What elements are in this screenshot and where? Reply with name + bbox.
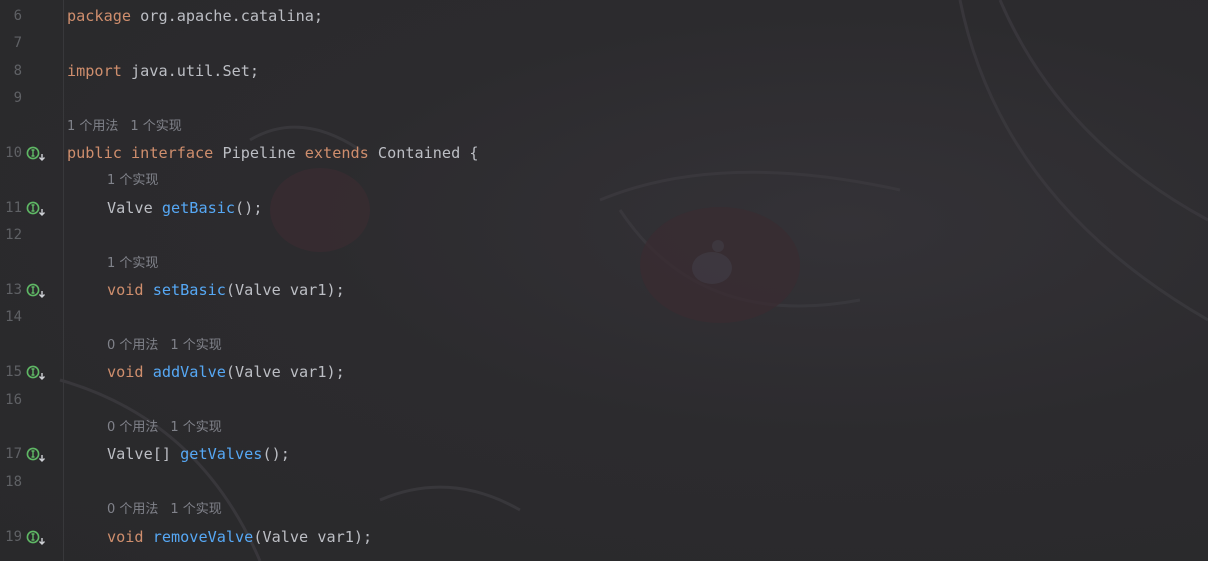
code-text[interactable]: import java.util.Set; [67,58,259,85]
code-text[interactable]: void addValve(Valve var1); [107,359,345,386]
usage-hint-item[interactable]: 1 个用法 [67,119,118,134]
method-name-token: setBasic [152,281,226,299]
line-number[interactable]: 17 [0,441,22,468]
code-line: 11 Valve getBasic(); [0,195,1208,222]
code-text[interactable]: public interface Pipeline extends Contai… [67,140,479,167]
line-number[interactable]: 11 [0,195,22,222]
code-token: (); [262,445,290,464]
line-number[interactable]: 19 [0,524,22,551]
code-text[interactable]: void setBasic(Valve var1); [107,277,345,304]
code-line: 9 [0,85,1208,112]
inlay-hint-row: 0 个用法 1 个实现 [0,496,1208,523]
usage-hint[interactable]: 0 个用法 1 个实现 [107,496,222,523]
usage-hint-item[interactable]: 0 个用法 [107,338,158,353]
code-text[interactable]: package org.apache.catalina; [67,3,323,30]
code-line: 19 void removeValve(Valve var1); [0,524,1208,551]
usage-hint-item[interactable]: 0 个用法 [107,502,158,517]
keyword-token: import [67,61,122,80]
line-number[interactable]: 12 [0,222,22,249]
keyword-token: void [107,281,144,299]
implemented-interface-icon[interactable] [26,146,46,162]
implemented-interface-icon[interactable] [26,530,46,546]
code-text[interactable]: Valve[] getValves(); [107,441,290,468]
code-line: 14 [0,304,1208,331]
code-token: Valve[] [107,445,181,464]
line-number[interactable]: 16 [0,387,22,414]
implemented-interface-icon[interactable] [26,447,46,463]
line-number[interactable]: 10 [0,140,22,167]
usage-hint[interactable]: 1 个实现 [107,167,158,194]
usage-hint-item[interactable]: 0 个用法 [107,420,158,435]
usage-hint-item[interactable]: 1 个实现 [170,420,221,435]
code-line: 7 [0,30,1208,57]
usage-hint-item[interactable]: 1 个实现 [130,119,181,134]
inlay-hint-row: 0 个用法 1 个实现 [0,332,1208,359]
inlay-hint-row: 1 个实现 [0,250,1208,277]
code-token: (); [235,198,263,217]
code-token: java.util.Set; [121,61,260,80]
inlay-hint-row: 0 个用法 1 个实现 [0,414,1208,441]
keyword-token: public [67,144,122,162]
code-line: 10 public interface Pipeline extends Cont… [0,140,1208,167]
line-number[interactable]: 8 [0,58,22,85]
usage-hint[interactable]: 0 个用法 1 个实现 [107,332,222,359]
code-token: Pipeline [213,144,305,162]
code-line: 6 package org.apache.catalina; [0,3,1208,30]
code-token: org.apache.catalina; [131,7,324,25]
line-number[interactable]: 6 [0,3,22,30]
code-token: Contained { [368,144,479,162]
code-token: (Valve var1); [253,527,373,546]
line-number[interactable]: 14 [0,304,22,331]
usage-hint-item[interactable]: 1 个实现 [107,256,158,271]
code-token: Valve [107,198,162,217]
usage-hint[interactable]: 0 个用法 1 个实现 [107,414,222,441]
usage-hint-item[interactable]: 1 个实现 [170,338,221,353]
keyword-token: void [107,363,144,382]
code-editor[interactable]: 6 package org.apache.catalina; 7 8 import ja… [0,0,1208,561]
line-number[interactable]: 13 [0,277,22,304]
implemented-interface-icon[interactable] [26,365,46,381]
usage-hint[interactable]: 1 个用法 1 个实现 [67,113,182,140]
implemented-interface-icon[interactable] [26,201,46,217]
usage-hint[interactable]: 1 个实现 [107,250,158,277]
keyword-token: package [67,7,132,25]
code-line: 18 [0,469,1208,496]
method-name-token: getBasic [161,198,236,217]
line-number[interactable]: 15 [0,359,22,386]
code-line: 8 import java.util.Set; [0,58,1208,85]
code-text[interactable]: void removeValve(Valve var1); [107,524,372,551]
line-number[interactable]: 7 [0,30,22,57]
code-line: 15 void addValve(Valve var1); [0,359,1208,386]
keyword-token: void [107,527,144,546]
line-number[interactable]: 9 [0,85,22,112]
code-token: (Valve var1); [225,281,345,299]
usage-hint-item[interactable]: 1 个实现 [170,502,221,517]
code-text[interactable]: Valve getBasic(); [107,195,262,222]
keyword-token: interface [131,144,214,162]
code-line: 13 void setBasic(Valve var1); [0,277,1208,304]
code-token: (Valve var1); [225,363,345,382]
line-number[interactable]: 18 [0,469,22,496]
method-name-token: removeValve [152,527,254,546]
code-line: 16 [0,387,1208,414]
keyword-token: extends [304,144,369,162]
inlay-hint-row: 1 个用法 1 个实现 [0,113,1208,140]
code-line: 17 Valve[] getValves(); [0,441,1208,468]
method-name-token: getValves [180,445,263,464]
inlay-hint-row: 1 个实现 [0,167,1208,194]
code-line: 12 [0,222,1208,249]
usage-hint-item[interactable]: 1 个实现 [107,173,158,188]
implemented-interface-icon[interactable] [26,283,46,299]
method-name-token: addValve [152,363,226,382]
